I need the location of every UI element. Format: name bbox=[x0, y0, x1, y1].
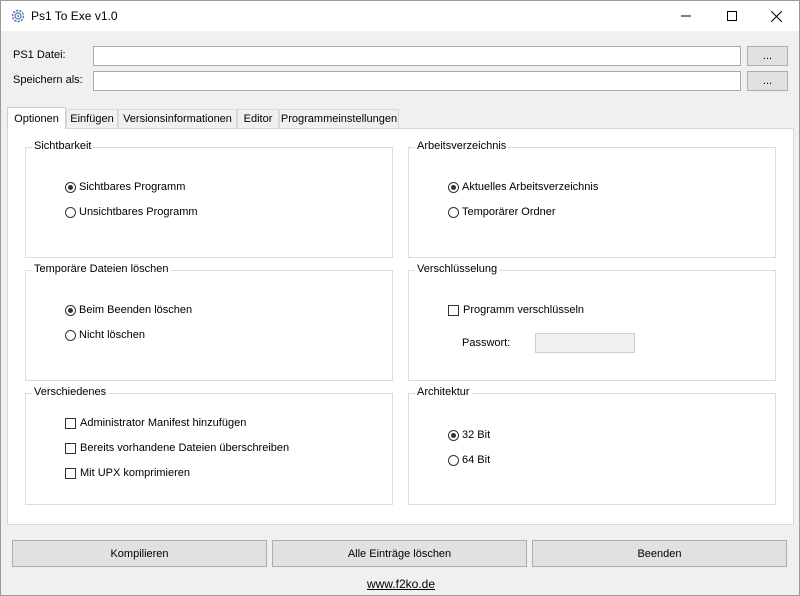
compile-button[interactable]: Kompilieren bbox=[12, 540, 267, 567]
arch-64bit-label: 64 Bit bbox=[462, 454, 491, 466]
radio-selected-icon bbox=[65, 304, 76, 316]
temp-folder-label: Temporärer Ordner bbox=[462, 206, 556, 218]
encrypt-program-checkbox[interactable]: Programm verschlüsseln bbox=[448, 304, 584, 316]
overwrite-files-checkbox[interactable]: Bereits vorhandene Dateien überschreiben bbox=[65, 442, 289, 454]
admin-manifest-checkbox[interactable]: Administrator Manifest hinzufügen bbox=[65, 417, 246, 429]
arch-32bit-radio[interactable]: 32 Bit bbox=[448, 429, 490, 441]
tab-optionen[interactable]: Optionen bbox=[7, 107, 66, 129]
checkbox-empty-icon bbox=[65, 442, 76, 454]
encrypt-program-label: Programm verschlüsseln bbox=[463, 304, 585, 316]
current-dir-label: Aktuelles Arbeitsverzeichnis bbox=[462, 181, 599, 193]
maximize-button[interactable] bbox=[709, 1, 755, 31]
misc-group: Verschiedenes Administrator Manifest hin… bbox=[25, 386, 393, 505]
radio-empty-icon bbox=[448, 454, 459, 466]
temp-files-title: Temporäre Dateien löschen bbox=[32, 263, 171, 275]
no-delete-label: Nicht löschen bbox=[79, 329, 146, 341]
radio-empty-icon bbox=[65, 329, 76, 341]
tab-versionsinformationen[interactable]: Versionsinformationen bbox=[118, 109, 237, 128]
delete-on-exit-radio[interactable]: Beim Beenden löschen bbox=[65, 304, 192, 316]
app-window: Ps1 To Exe v1.0 PS1 Datei: ... Speichern… bbox=[0, 0, 800, 596]
misc-title: Verschiedenes bbox=[32, 386, 109, 398]
exit-button[interactable]: Beenden bbox=[532, 540, 787, 567]
overwrite-files-label: Bereits vorhandene Dateien überschreiben bbox=[80, 442, 290, 454]
upx-compress-checkbox[interactable]: Mit UPX komprimieren bbox=[65, 467, 190, 479]
password-input[interactable] bbox=[535, 333, 635, 353]
admin-manifest-label: Administrator Manifest hinzufügen bbox=[80, 417, 247, 429]
invisible-program-label: Unsichtbares Programm bbox=[79, 206, 198, 218]
minimize-button[interactable] bbox=[663, 1, 709, 31]
architecture-title: Architektur bbox=[415, 386, 472, 398]
arch-64bit-radio[interactable]: 64 Bit bbox=[448, 454, 490, 466]
arch-32bit-label: 32 Bit bbox=[462, 429, 491, 441]
working-dir-group: Arbeitsverzeichnis Aktuelles Arbeitsverz… bbox=[408, 140, 776, 258]
minimize-icon bbox=[681, 15, 691, 17]
save-as-label: Speichern als: bbox=[13, 74, 83, 86]
save-as-input[interactable] bbox=[93, 71, 741, 91]
radio-selected-icon bbox=[448, 181, 459, 193]
invisible-program-radio[interactable]: Unsichtbares Programm bbox=[65, 206, 198, 218]
checkbox-empty-icon bbox=[65, 467, 76, 479]
current-dir-radio[interactable]: Aktuelles Arbeitsverzeichnis bbox=[448, 181, 598, 193]
password-label: Passwort: bbox=[462, 337, 511, 349]
save-browse-button[interactable]: ... bbox=[747, 71, 788, 91]
working-dir-title: Arbeitsverzeichnis bbox=[415, 140, 509, 152]
temp-folder-radio[interactable]: Temporärer Ordner bbox=[448, 206, 556, 218]
title-bar: Ps1 To Exe v1.0 bbox=[1, 1, 799, 31]
upx-compress-label: Mit UPX komprimieren bbox=[80, 467, 191, 479]
close-button[interactable] bbox=[753, 1, 799, 31]
clear-all-button[interactable]: Alle Einträge löschen bbox=[272, 540, 527, 567]
radio-empty-icon bbox=[65, 206, 76, 218]
encryption-title: Verschlüsselung bbox=[415, 263, 500, 275]
delete-on-exit-label: Beim Beenden löschen bbox=[79, 304, 193, 316]
no-delete-radio[interactable]: Nicht löschen bbox=[65, 329, 145, 341]
website-link[interactable]: www.f2ko.de bbox=[1, 577, 800, 591]
close-icon bbox=[770, 10, 782, 22]
options-panel: Sichtbarkeit Sichtbares Programm Unsicht… bbox=[7, 128, 794, 525]
radio-selected-icon bbox=[448, 429, 459, 441]
temp-files-group: Temporäre Dateien löschen Beim Beenden l… bbox=[25, 263, 393, 381]
ps1-file-label: PS1 Datei: bbox=[13, 49, 66, 61]
radio-selected-icon bbox=[65, 181, 76, 193]
maximize-icon bbox=[727, 11, 737, 21]
tab-einfuegen[interactable]: Einfügen bbox=[66, 109, 118, 128]
ps1-file-input[interactable] bbox=[93, 46, 741, 66]
window-title: Ps1 To Exe v1.0 bbox=[31, 9, 118, 23]
tab-editor[interactable]: Editor bbox=[237, 109, 279, 128]
visible-program-label: Sichtbares Programm bbox=[79, 181, 186, 193]
radio-empty-icon bbox=[448, 206, 459, 218]
checkbox-empty-icon bbox=[65, 417, 76, 429]
checkbox-empty-icon bbox=[448, 304, 459, 316]
visibility-title: Sichtbarkeit bbox=[32, 140, 94, 152]
tab-programmeinstellungen[interactable]: Programmeinstellungen bbox=[279, 109, 399, 128]
app-gear-icon bbox=[11, 9, 25, 23]
architecture-group: Architektur 32 Bit 64 Bit bbox=[408, 386, 776, 505]
ps1-browse-button[interactable]: ... bbox=[747, 46, 788, 66]
visibility-group: Sichtbarkeit Sichtbares Programm Unsicht… bbox=[25, 140, 393, 258]
visible-program-radio[interactable]: Sichtbares Programm bbox=[65, 181, 185, 193]
encryption-group: Verschlüsselung Programm verschlüsseln P… bbox=[408, 263, 776, 381]
